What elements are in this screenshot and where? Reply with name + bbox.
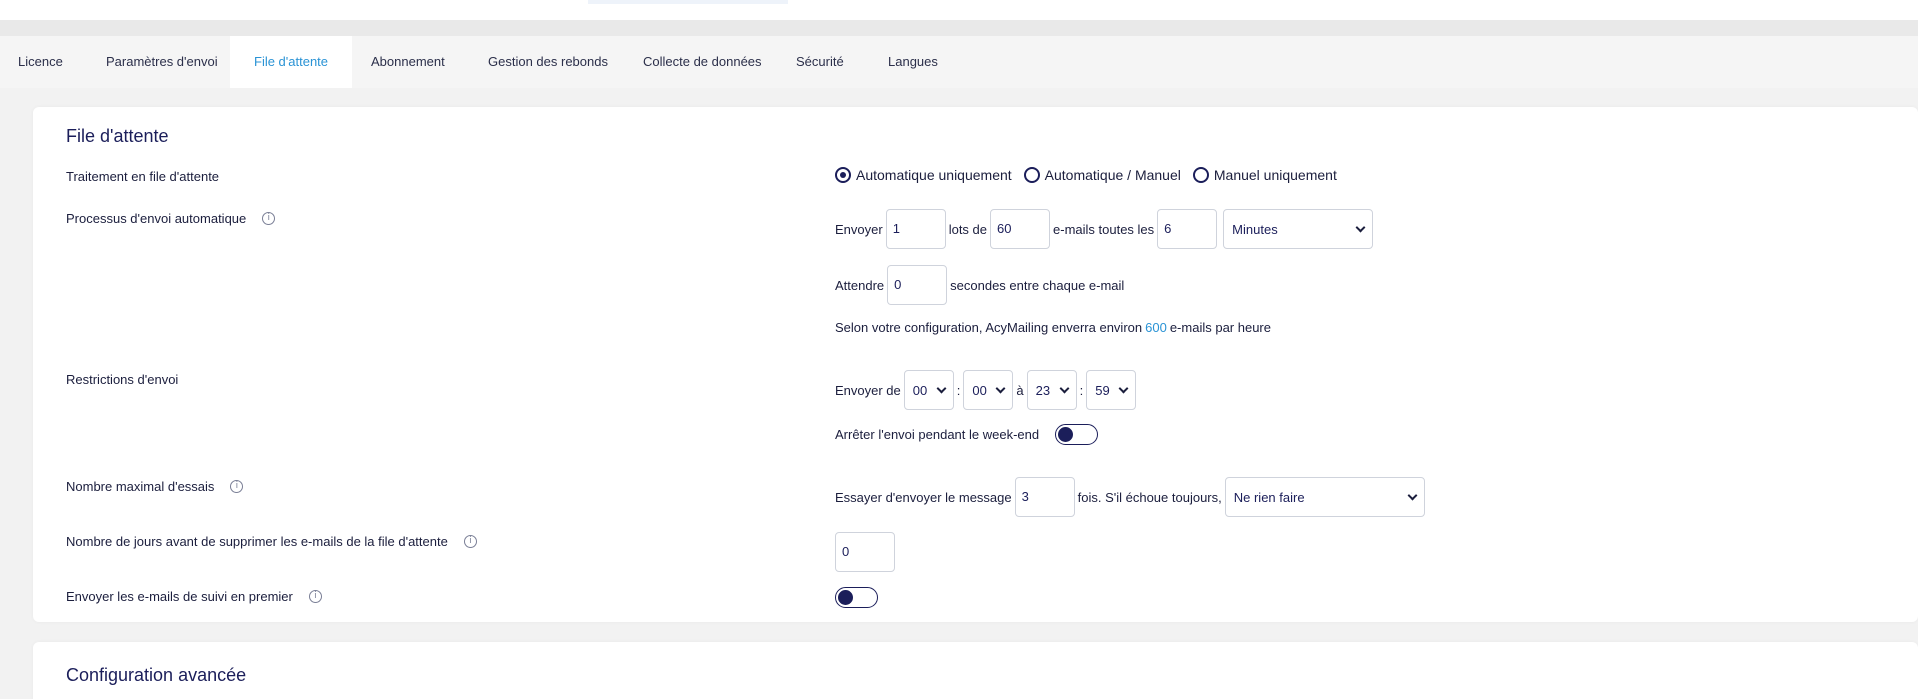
interval-unit-select[interactable]: Minutes <box>1223 209 1374 249</box>
attempts-input[interactable]: 3 <box>1014 477 1075 517</box>
advanced-title: Configuration avancée <box>66 665 247 685</box>
radio-manual-only-circle[interactable] <box>1192 167 1209 183</box>
estimate-row: Selon votre configuration, AcyMailing en… <box>835 320 1271 335</box>
from-hour-select[interactable]: 00 <box>903 370 954 410</box>
max-attempts-label-text: Nombre maximal d'essais <box>66 479 215 494</box>
tab-queue[interactable]: File d'attente <box>230 36 353 88</box>
restrictions-row: Envoyer de 00 : 00 à 23 : 59 <box>835 370 1139 410</box>
wait-row: Attendre 0 secondes entre chaque e-mail <box>835 265 1124 305</box>
top-bar <box>0 0 1918 20</box>
emails-per-batch-input[interactable]: 60 <box>990 209 1051 249</box>
delete-days-row: 0 <box>832 532 898 572</box>
fail-label: fois. S'il échoue toujours, <box>1077 489 1222 505</box>
restrictions-label: Restrictions d'envoi <box>66 372 179 387</box>
radio-manual-only-label: Manuel uniquement <box>1213 167 1337 183</box>
tab-security[interactable]: Sécurité <box>796 36 844 88</box>
chevron-down-icon <box>936 383 947 393</box>
emails-every-label: e-mails toutes les <box>1053 221 1155 237</box>
chevron-down-icon <box>1118 383 1129 393</box>
tab-subscription[interactable]: Abonnement <box>371 36 445 88</box>
radio-auto-manual-circle[interactable] <box>1023 167 1040 183</box>
queue-title: File d'attente <box>66 126 169 146</box>
info-icon[interactable]: i <box>463 535 477 548</box>
auto-process-row: Envoyer 1 lots de 60 e-mails toutes les … <box>835 209 1376 249</box>
header-strip <box>0 20 1918 36</box>
radio-manual-only[interactable]: Manuel uniquement <box>1192 167 1337 183</box>
time-separator: : <box>1079 382 1084 398</box>
weekend-label: Arrêter l'envoi pendant le week-end <box>835 427 1040 442</box>
followup-first-label-text: Envoyer les e-mails de suivi en premier <box>66 589 293 604</box>
weekend-row: Arrêter l'envoi pendant le week-end <box>835 424 1099 445</box>
tab-bounce-handling[interactable]: Gestion des rebonds <box>488 36 608 88</box>
to-minute-value: 59 <box>1095 382 1110 398</box>
auto-process-label-text: Processus d'envoi automatique <box>66 211 247 226</box>
estimate-value: 600 <box>1145 320 1167 335</box>
radio-auto-only-label: Automatique uniquement <box>856 167 1012 183</box>
weekend-toggle[interactable] <box>1055 424 1099 445</box>
send-label: Envoyer <box>835 221 883 237</box>
chevron-down-icon <box>1059 383 1070 393</box>
processing-radio-group: Automatique uniquement Automatique / Man… <box>835 167 1349 183</box>
chevron-down-icon <box>995 383 1006 393</box>
processing-label: Traitement en file d'attente <box>66 169 220 184</box>
advanced-card: Configuration avancée <box>33 642 1918 699</box>
top-bar-chip <box>588 0 788 4</box>
to-hour-value: 23 <box>1035 382 1051 398</box>
radio-auto-manual[interactable]: Automatique / Manuel <box>1023 167 1181 183</box>
tab-languages[interactable]: Langues <box>888 36 938 88</box>
to-hour-select[interactable]: 23 <box>1026 370 1077 410</box>
delete-days-input[interactable]: 0 <box>835 532 895 572</box>
batches-input[interactable]: 1 <box>885 209 946 249</box>
tab-sending-settings[interactable]: Paramètres d'envoi <box>82 36 242 88</box>
estimate-suffix: e-mails par heure <box>1169 320 1271 335</box>
radio-auto-only-circle[interactable] <box>835 167 851 183</box>
interval-input[interactable]: 6 <box>1157 209 1218 249</box>
to-minute-select[interactable]: 59 <box>1086 370 1137 410</box>
delete-days-label: Nombre de jours avant de supprimer les e… <box>66 534 477 549</box>
info-icon[interactable]: i <box>308 590 322 603</box>
auto-process-label: Processus d'envoi automatique i <box>66 211 276 226</box>
interval-unit-value: Minutes <box>1232 221 1278 237</box>
tab-licence[interactable]: Licence <box>18 36 63 88</box>
wait-suffix: secondes entre chaque e-mail <box>950 277 1125 293</box>
estimate-prefix: Selon votre configuration, AcyMailing en… <box>835 320 1143 335</box>
batches-of-label: lots de <box>948 221 988 237</box>
followup-first-toggle[interactable] <box>835 587 878 608</box>
chevron-down-icon <box>1355 222 1366 232</box>
to-label: à <box>1016 382 1024 398</box>
info-icon[interactable]: i <box>262 212 276 225</box>
time-separator: : <box>956 382 961 398</box>
from-hour-value: 00 <box>912 382 928 398</box>
radio-auto-only[interactable]: Automatique uniquement <box>835 167 1012 183</box>
max-attempts-label: Nombre maximal d'essais i <box>66 479 244 494</box>
fail-action-select[interactable]: Ne rien faire <box>1224 477 1425 517</box>
tab-bar: Licence Paramètres d'envoi File d'attent… <box>0 36 1918 88</box>
chevron-down-icon <box>1407 490 1418 500</box>
max-attempts-row: Essayer d'envoyer le message 3 fois. S'i… <box>835 477 1428 517</box>
fail-action-value: Ne rien faire <box>1233 489 1305 505</box>
followup-first-label: Envoyer les e-mails de suivi en premier … <box>66 589 322 604</box>
radio-auto-manual-label: Automatique / Manuel <box>1044 167 1181 183</box>
wait-seconds-input[interactable]: 0 <box>887 265 948 305</box>
delete-days-label-text: Nombre de jours avant de supprimer les e… <box>66 534 448 549</box>
wait-label: Attendre <box>835 277 885 293</box>
send-from-label: Envoyer de <box>835 382 901 398</box>
tab-data-collection[interactable]: Collecte de données <box>643 36 762 88</box>
try-label: Essayer d'envoyer le message <box>835 489 1012 505</box>
from-minute-value: 00 <box>972 382 987 398</box>
followup-first-row <box>835 587 878 608</box>
info-icon[interactable]: i <box>230 480 244 493</box>
queue-card: File d'attente Traitement en file d'atte… <box>33 107 1918 622</box>
from-minute-select[interactable]: 00 <box>963 370 1014 410</box>
